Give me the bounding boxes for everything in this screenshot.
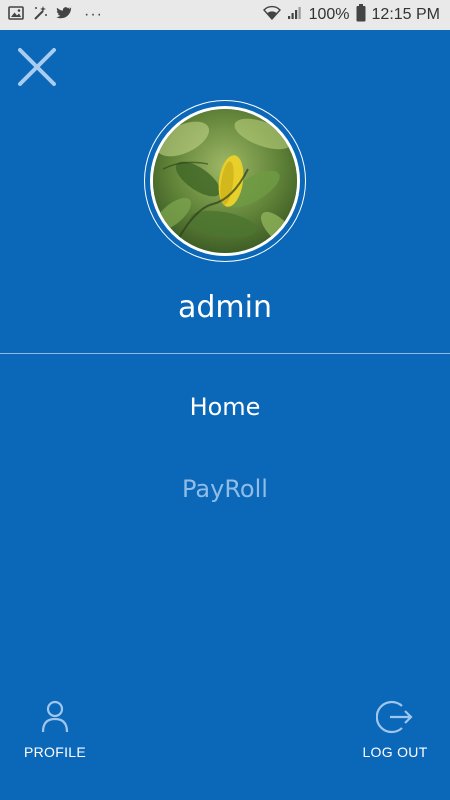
logout-button[interactable]: LOG OUT <box>335 700 450 760</box>
menu-item-payroll[interactable]: PayRoll <box>0 475 450 503</box>
profile-button[interactable]: PROFILE <box>0 700 115 760</box>
status-system: 100% 12:15 PM <box>262 3 440 27</box>
magic-wand-icon <box>32 5 48 26</box>
signal-icon <box>287 5 303 26</box>
close-icon <box>18 48 56 86</box>
battery-percent: 100% <box>308 6 350 23</box>
wifi-icon <box>262 5 281 26</box>
twitter-icon <box>56 5 73 26</box>
logout-icon <box>376 700 413 734</box>
image-icon <box>8 5 24 26</box>
status-notifications: ··· <box>8 5 103 25</box>
logout-label: LOG OUT <box>362 744 428 760</box>
divider <box>0 353 450 354</box>
battery-icon <box>356 3 366 27</box>
username: admin <box>178 290 272 325</box>
close-button[interactable] <box>16 46 58 88</box>
user-icon <box>41 700 69 733</box>
menu-item-home[interactable]: Home <box>0 393 450 421</box>
status-bar: ··· 100% 12:15 PM <box>0 0 450 30</box>
more-notifications-dots: ··· <box>84 6 103 23</box>
clock: 12:15 PM <box>371 6 440 23</box>
avatar[interactable] <box>150 106 300 256</box>
profile-label: PROFILE <box>23 744 86 760</box>
avatar-photo <box>153 109 297 253</box>
navigation-drawer: ··· 100% 12:15 PM admin Home PayRoll PRO… <box>0 0 450 800</box>
